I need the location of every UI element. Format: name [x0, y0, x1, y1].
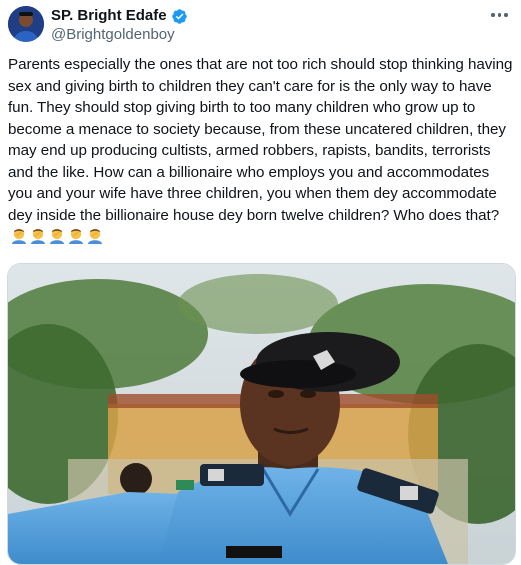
- photo-police-officer-icon: [8, 264, 515, 564]
- author-name-row: SP. Bright Edafe: [51, 7, 188, 25]
- tweet-body: Parents especially the ones that are not…: [8, 56, 513, 224]
- man-facepalming-emoji-icon: [50, 228, 64, 244]
- man-facepalming-emoji-icon: [69, 228, 83, 244]
- tweet: SP. Bright Edafe @Brightgoldenboy Parent…: [0, 0, 521, 565]
- author-display-name[interactable]: SP. Bright Edafe: [51, 7, 167, 25]
- man-facepalming-emoji-icon: [88, 228, 102, 244]
- tweet-text: Parents especially the ones that are not…: [8, 54, 513, 248]
- more-options-icon[interactable]: [491, 8, 511, 22]
- man-facepalming-emoji-icon: [12, 228, 26, 244]
- tweet-media-photo[interactable]: [7, 263, 516, 565]
- man-facepalming-emoji-icon: [31, 228, 45, 244]
- emoji-row: [8, 228, 103, 245]
- verified-badge-icon: [171, 8, 187, 24]
- avatar[interactable]: [8, 6, 44, 42]
- author-handle[interactable]: @Brightgoldenboy: [51, 26, 175, 44]
- profile-avatar-icon: [8, 6, 44, 42]
